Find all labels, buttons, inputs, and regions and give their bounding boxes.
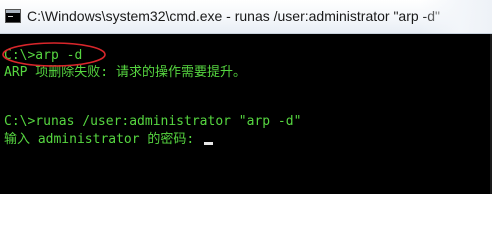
window-title: C:\Windows\system32\cmd.exe - runas /use… (27, 8, 440, 24)
console-line-password-prompt[interactable]: 输入 administrator 的密码: (4, 132, 214, 148)
bottom-background (0, 194, 492, 222)
console-line-command-runas: C:\>runas /user:administrator "arp -d" (4, 114, 302, 129)
cmd-icon (5, 9, 21, 23)
red-annotation-ellipse (2, 42, 106, 67)
title-bar-fade (420, 0, 492, 33)
title-bar[interactable]: C:\Windows\system32\cmd.exe - runas /use… (0, 0, 492, 34)
cmd-window: C:\Windows\system32\cmd.exe - runas /use… (0, 0, 492, 222)
password-prompt-text: 输入 administrator 的密码: (4, 132, 203, 147)
text-cursor (204, 142, 214, 145)
